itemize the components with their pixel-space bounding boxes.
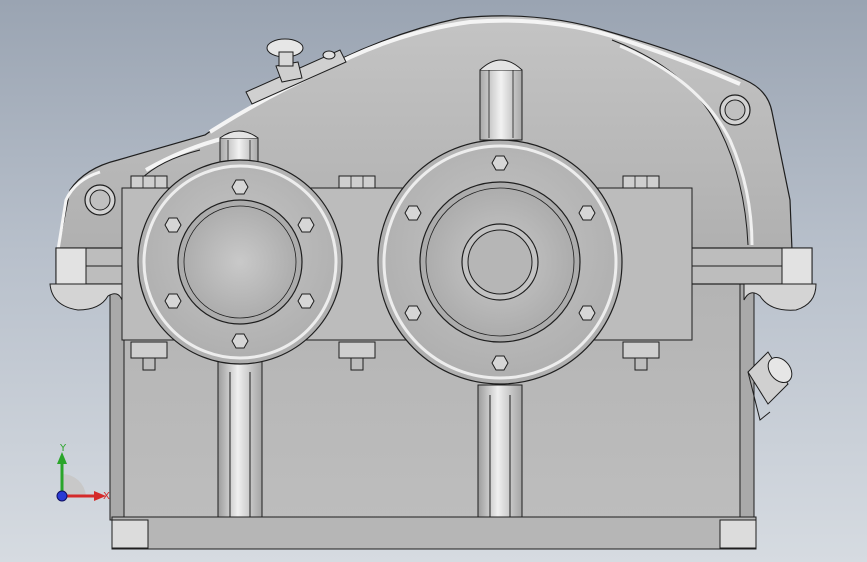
cap-bolt xyxy=(164,217,182,233)
flange-bolt-top xyxy=(622,175,660,189)
cap-bolt xyxy=(491,155,509,171)
cap-bolt xyxy=(231,333,249,349)
base-plate[interactable] xyxy=(111,516,757,550)
triad-x-label: X xyxy=(103,491,110,502)
cap-bolt xyxy=(297,293,315,309)
cap-bolt xyxy=(404,305,422,321)
lifting-lug-left[interactable] xyxy=(84,184,116,216)
gearbox-model-view[interactable]: Y X xyxy=(0,0,867,562)
cap-bolt xyxy=(231,179,249,195)
triad-y-label: Y xyxy=(59,443,67,454)
right-bearing-boss[interactable] xyxy=(479,59,523,141)
cap-bolt xyxy=(491,355,509,371)
flange-bolt-top xyxy=(130,175,168,189)
oil-level-indicator[interactable] xyxy=(747,351,797,421)
flange-bolt-top xyxy=(338,175,376,189)
coordinate-triad: Y X xyxy=(56,443,110,502)
cap-bolt xyxy=(578,205,596,221)
cap-bolt xyxy=(578,305,596,321)
right-bearing-cap[interactable] xyxy=(377,139,623,385)
cap-bolt xyxy=(404,205,422,221)
lifting-lug-right[interactable] xyxy=(719,94,751,126)
cad-viewport[interactable]: Y X xyxy=(0,0,867,562)
cap-bolt xyxy=(297,217,315,233)
cap-bolt xyxy=(164,293,182,309)
